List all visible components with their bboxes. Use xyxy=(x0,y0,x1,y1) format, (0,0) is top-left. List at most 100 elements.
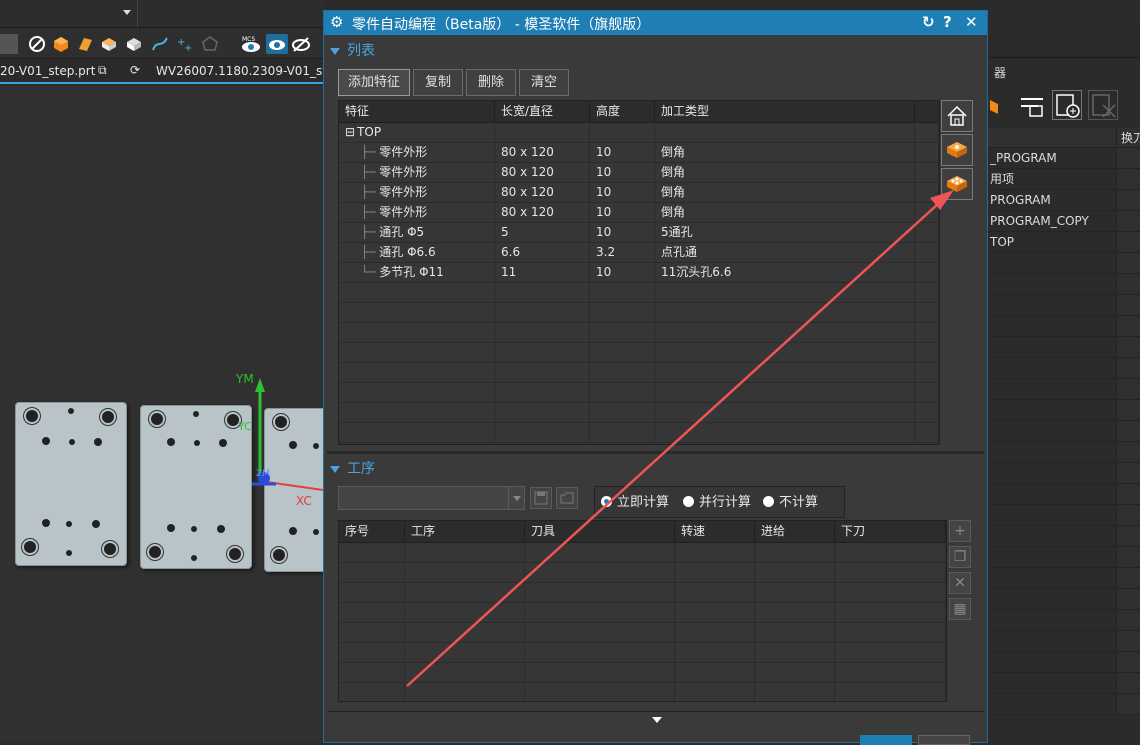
navigator-row[interactable] xyxy=(988,442,1140,463)
compute-mode-radio[interactable]: 不计算 xyxy=(763,490,818,516)
col-plunge[interactable]: 下刀 xyxy=(835,521,946,542)
navigator-row[interactable] xyxy=(988,400,1140,421)
navigator-row[interactable] xyxy=(988,652,1140,673)
navigator-row[interactable] xyxy=(988,589,1140,610)
navigator-row[interactable] xyxy=(988,505,1140,526)
delete-operation-icon[interactable] xyxy=(1088,90,1118,120)
col-seq[interactable]: 序号 xyxy=(339,521,405,542)
navigator-row[interactable] xyxy=(988,274,1140,295)
create-operation-icon[interactable] xyxy=(1052,90,1082,120)
navigator-row[interactable] xyxy=(988,379,1140,400)
compute-mode-radio[interactable]: 并行计算 xyxy=(683,490,751,516)
no-filter-icon[interactable] xyxy=(27,34,47,54)
navigator-row[interactable] xyxy=(988,484,1140,505)
navigator-row[interactable] xyxy=(988,631,1140,652)
sheet-body-icon[interactable] xyxy=(124,34,144,54)
feature-row[interactable]: ├─ 零件外形 80 x 120 10 倒角 xyxy=(339,202,939,223)
navigator-row[interactable] xyxy=(988,358,1140,379)
help-icon[interactable]: ? xyxy=(943,13,952,31)
col-feed[interactable]: 进给 xyxy=(755,521,835,542)
command-finder-dropdown[interactable] xyxy=(0,0,138,28)
navigator-row[interactable]: PROGRAM_COPY xyxy=(988,211,1140,232)
section-operations-header[interactable]: 工序 xyxy=(330,458,375,480)
navigator-row[interactable] xyxy=(988,316,1140,337)
navigator-row[interactable] xyxy=(988,526,1140,547)
curve-icon[interactable] xyxy=(150,34,170,54)
mcs-display-icon[interactable]: MCS xyxy=(240,34,262,54)
file-tab-1[interactable]: 20-V01_step.prt xyxy=(0,64,95,78)
copy-operation-icon[interactable]: ❐ xyxy=(949,546,971,568)
navigator-row[interactable] xyxy=(988,673,1140,694)
section-list-header[interactable]: 列表 xyxy=(330,40,375,62)
add-operation-icon[interactable]: + xyxy=(949,520,971,542)
reset-icon[interactable]: ↻ xyxy=(922,13,935,31)
feature-row[interactable]: └─ 多节孔 Φ11 11 10 11沉头孔6.6 xyxy=(339,262,939,283)
column-header-tool-change[interactable]: 换刀 xyxy=(1116,128,1140,148)
tree-row-root[interactable]: ⊟ TOP xyxy=(339,122,939,143)
method-icon[interactable] xyxy=(1018,94,1046,118)
navigator-row[interactable] xyxy=(988,463,1140,484)
compute-mode-radio[interactable]: 立即计算 xyxy=(601,490,669,516)
save-template-icon[interactable] xyxy=(530,487,552,509)
close-icon[interactable]: ✕ xyxy=(965,13,978,31)
program-icon[interactable] xyxy=(988,94,1010,116)
navigator-row[interactable]: PROGRAM xyxy=(988,190,1140,211)
feature-row[interactable]: ├─ 零件外形 80 x 120 10 倒角 xyxy=(339,162,939,183)
graphics-viewport[interactable]: YM YC XC ZM xyxy=(0,86,323,743)
radio-dot[interactable] xyxy=(683,496,694,507)
col-feature[interactable]: 特征 xyxy=(339,101,495,122)
navigator-row[interactable]: TOP xyxy=(988,232,1140,253)
navigator-row[interactable] xyxy=(988,295,1140,316)
select-features-button[interactable] xyxy=(941,168,973,200)
navigator-row[interactable] xyxy=(988,547,1140,568)
feature-table[interactable]: 特征 长宽/直径 高度 加工类型 ⊟ TOP ├─ 零件外形 80 x 120 10 倒角… xyxy=(338,100,940,445)
navigator-row[interactable] xyxy=(988,568,1140,589)
navigator-row[interactable]: 用项 xyxy=(988,169,1140,190)
navigator-row[interactable] xyxy=(988,253,1140,274)
file-tab-2[interactable]: WV26007.1180.2309-V01_ste xyxy=(156,64,334,78)
navigator-row[interactable] xyxy=(988,337,1140,358)
radio-dot[interactable] xyxy=(763,496,774,507)
col-size[interactable]: 长宽/直径 xyxy=(495,101,590,122)
dialog-title-bar[interactable]: ⚙ 零件自动编程（Beta版） - 模圣软件（旗舰版） ↻ ? ✕ xyxy=(324,11,987,35)
add-feature-button[interactable]: 添加特征 xyxy=(338,69,410,96)
operations-table[interactable]: 序号 工序 刀具 转速 进给 下刀 xyxy=(338,520,947,702)
toolbar-dropdown[interactable] xyxy=(0,34,18,54)
clear-button[interactable]: 清空 xyxy=(519,69,569,96)
col-speed[interactable]: 转速 xyxy=(675,521,755,542)
point-icon[interactable]: + + xyxy=(175,34,195,54)
home-view-button[interactable] xyxy=(941,100,973,132)
face-icon[interactable] xyxy=(75,34,95,54)
body-face-icon[interactable] xyxy=(99,34,119,54)
col-height[interactable]: 高度 xyxy=(590,101,655,122)
expand-more-bar[interactable] xyxy=(327,711,984,727)
col-machining-type[interactable]: 加工类型 xyxy=(655,101,915,122)
ok-button[interactable] xyxy=(860,735,912,745)
solid-body-icon[interactable] xyxy=(51,34,71,54)
template-combo[interactable] xyxy=(338,486,525,510)
hide-icon[interactable] xyxy=(290,34,312,54)
col-tool[interactable]: 刀具 xyxy=(525,521,675,542)
feature-row[interactable]: ├─ 通孔 Φ6.6 6.6 3.2 点孔通 xyxy=(339,242,939,263)
show-icon[interactable] xyxy=(266,34,288,54)
delete-button[interactable]: 删除 xyxy=(466,69,516,96)
copy-button[interactable]: 复制 xyxy=(413,69,463,96)
radio-dot[interactable] xyxy=(601,496,612,507)
grid-settings-icon[interactable]: ▦ xyxy=(949,598,971,620)
polygon-icon[interactable] xyxy=(200,34,220,54)
navigator-row[interactable] xyxy=(988,421,1140,442)
navigator-row[interactable] xyxy=(988,694,1140,715)
open-template-icon[interactable] xyxy=(556,487,578,509)
recognize-features-button[interactable] xyxy=(941,134,973,166)
navigator-row[interactable]: _PROGRAM xyxy=(988,148,1140,169)
col-operation[interactable]: 工序 xyxy=(405,521,525,542)
collapse-tree-icon[interactable]: ⊟ xyxy=(345,125,355,139)
delete-operation-icon[interactable]: ✕ xyxy=(949,572,971,594)
chevron-down-icon[interactable] xyxy=(508,487,524,509)
feature-row[interactable]: ├─ 零件外形 80 x 120 10 倒角 xyxy=(339,182,939,203)
navigator-row[interactable] xyxy=(988,610,1140,631)
feature-row[interactable]: ├─ 零件外形 80 x 120 10 倒角 xyxy=(339,142,939,163)
feature-row[interactable]: ├─ 通孔 Φ5 5 10 5通孔 xyxy=(339,222,939,243)
cancel-button[interactable] xyxy=(918,735,970,745)
external-link-icon[interactable]: ⧉ xyxy=(98,63,107,78)
